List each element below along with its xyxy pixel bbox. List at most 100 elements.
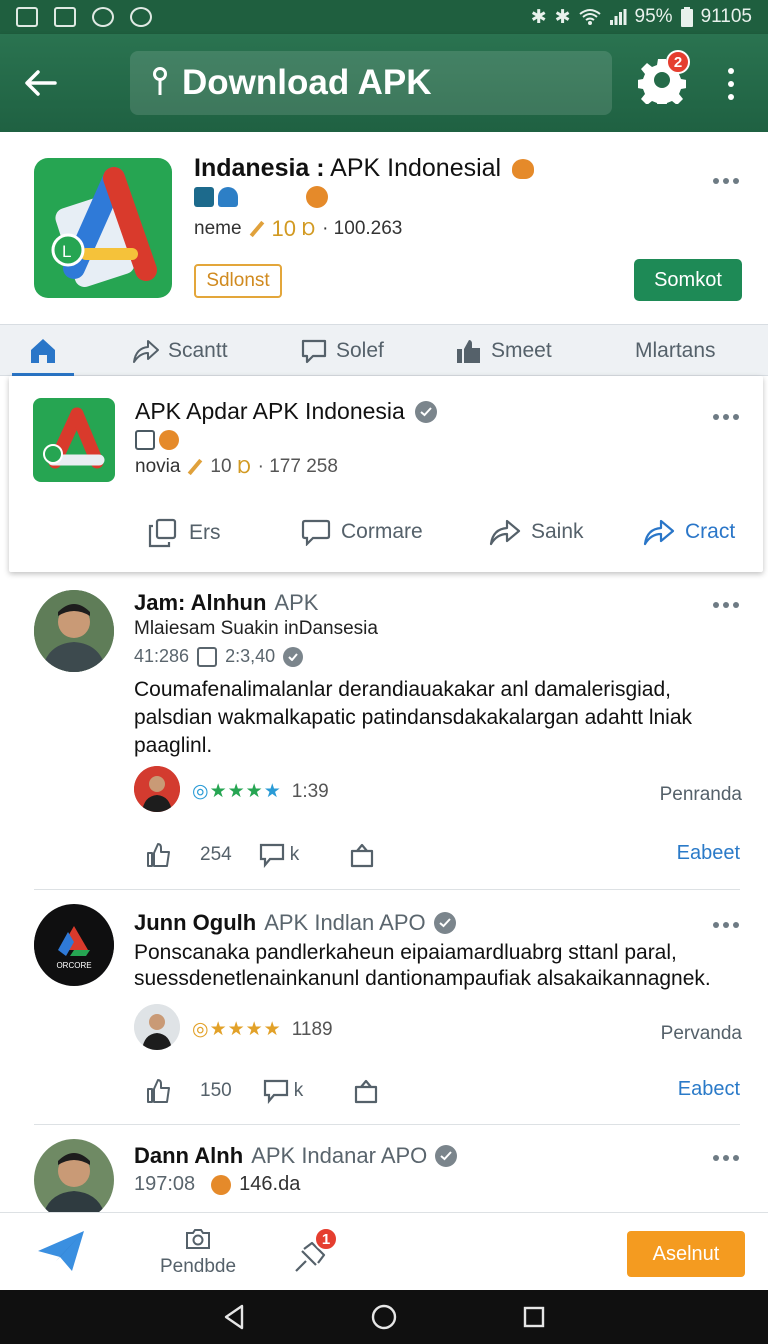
send-icon[interactable] bbox=[36, 1229, 86, 1273]
avatar[interactable]: ORCORE bbox=[34, 904, 114, 986]
reviewer-avatar[interactable] bbox=[134, 1004, 180, 1050]
post-body: Ponscanaka pandlerkaheun eipaiamardluabr… bbox=[134, 941, 711, 990]
price-tag-icon: Ɒ bbox=[237, 456, 252, 477]
secondary-action-button[interactable]: Sdlonst bbox=[194, 264, 282, 298]
featured-meta-icons bbox=[135, 430, 179, 450]
tab-smeet[interactable]: Smeet bbox=[455, 325, 552, 377]
gallery-notification-icon bbox=[16, 7, 38, 27]
post-reactions: 254 k bbox=[146, 842, 375, 868]
comment-icon bbox=[301, 339, 327, 364]
contact-action[interactable]: Cract bbox=[643, 518, 735, 546]
action-button[interactable]: Aselnut bbox=[627, 1231, 745, 1277]
search-bar[interactable]: Download APK bbox=[130, 51, 612, 115]
primary-action-button[interactable]: Somkot bbox=[634, 259, 742, 301]
key-icon bbox=[153, 67, 167, 95]
post-more-button[interactable] bbox=[713, 602, 739, 608]
comment-icon bbox=[301, 519, 331, 546]
post-meta: 197:08 146.da bbox=[134, 1173, 301, 1195]
copy-action[interactable]: Ers bbox=[147, 518, 221, 548]
app-header: L Indanesia : APK Indonesial neme 10 Ɒ ·… bbox=[0, 132, 768, 324]
thumb-up-icon[interactable] bbox=[146, 842, 172, 868]
chart-notification-icon bbox=[54, 7, 76, 27]
compare-action[interactable]: Cormare bbox=[301, 518, 423, 546]
avatar[interactable] bbox=[34, 590, 114, 672]
emoji-icon bbox=[512, 159, 535, 179]
post-status: Pervanda bbox=[660, 1023, 742, 1044]
bag-icon[interactable] bbox=[353, 1078, 379, 1104]
back-arrow-icon bbox=[25, 70, 57, 96]
nav-back-icon[interactable] bbox=[222, 1304, 246, 1330]
bottom-nav-alerts[interactable]: 1 bbox=[290, 1227, 338, 1275]
app-title: Indanesia : APK Indonesial bbox=[194, 154, 535, 183]
camera-icon bbox=[186, 1229, 210, 1249]
post-link[interactable]: Eabeet bbox=[677, 842, 740, 865]
home-icon bbox=[31, 339, 55, 363]
nav-recents-icon[interactable] bbox=[522, 1305, 546, 1329]
tab-mlartans[interactable]: Mlartans bbox=[635, 325, 716, 377]
featured-stats: novia 10 Ɒ · 177 258 bbox=[135, 456, 338, 477]
tab-solef[interactable]: Solef bbox=[300, 325, 384, 377]
verified-icon bbox=[435, 1145, 458, 1167]
settings-button[interactable]: 2 bbox=[636, 48, 692, 108]
tab-home[interactable] bbox=[28, 325, 58, 377]
pencil-icon bbox=[249, 220, 264, 238]
device-icon bbox=[135, 430, 155, 450]
rating-stars: ◎★★★★ bbox=[192, 781, 282, 802]
app-meta-icons bbox=[194, 186, 328, 208]
notification-badge: 2 bbox=[666, 50, 690, 74]
sync-notification-icon bbox=[130, 7, 152, 27]
tab-scan[interactable]: Scantt bbox=[132, 325, 228, 377]
post-rating: ◎★★★★ 1:39 bbox=[192, 780, 329, 803]
post-author[interactable]: Dann Alnh APK Indanar APO bbox=[134, 1143, 458, 1169]
share-icon bbox=[643, 519, 675, 546]
post-link[interactable]: Eabect bbox=[678, 1078, 740, 1101]
nav-home-icon[interactable] bbox=[370, 1303, 398, 1331]
app-more-button[interactable] bbox=[713, 178, 739, 184]
tab-bar: Scantt Solef Smeet Mlartans bbox=[0, 324, 768, 376]
reviewer-avatar[interactable] bbox=[134, 766, 180, 812]
emoji-icon bbox=[211, 1174, 232, 1195]
bottom-nav-camera[interactable]: Pendbde bbox=[156, 1227, 240, 1278]
status-bar: ✱ ✱ 95% 91105 bbox=[0, 0, 768, 34]
post-author[interactable]: Jam: Alnhun APK bbox=[134, 590, 318, 616]
post-subtitle: Mlaiesam Suakin inDansesia bbox=[134, 618, 378, 639]
alert-badge: 1 bbox=[314, 1227, 338, 1251]
battery-icon bbox=[680, 7, 693, 27]
app-stats: neme 10 Ɒ · 100.263 bbox=[194, 216, 403, 241]
featured-app-title: APK Apdar APK Indonesia bbox=[135, 398, 437, 425]
system-navigation-bar bbox=[0, 1290, 768, 1344]
avatar[interactable] bbox=[34, 1139, 114, 1212]
comment-icon[interactable] bbox=[258, 842, 286, 868]
badge-icon bbox=[306, 186, 328, 208]
clock: 91105 bbox=[700, 6, 752, 27]
verified-icon bbox=[414, 400, 437, 423]
comment-icon[interactable] bbox=[262, 1078, 290, 1104]
post-rating: ◎★★★★ 1189 bbox=[192, 1018, 333, 1041]
emoji-icon bbox=[159, 430, 179, 450]
post-author[interactable]: Junn Ogulh APK Indlan APO bbox=[134, 910, 456, 936]
pencil-icon bbox=[188, 458, 203, 476]
share-action[interactable]: Saink bbox=[489, 518, 584, 546]
post-more-button[interactable] bbox=[713, 1155, 739, 1161]
svg-text:ORCORE: ORCORE bbox=[56, 961, 91, 970]
post-meta: 41:286 2:3,40 bbox=[134, 646, 304, 667]
device-icon bbox=[194, 187, 214, 207]
feed-post: Dann Alnh APK Indanar APO 197:08 146.da bbox=[0, 1125, 768, 1212]
featured-app-card[interactable]: APK Apdar APK Indonesia novia 10 Ɒ · 177… bbox=[9, 376, 763, 572]
page-title: Download APK bbox=[182, 63, 432, 102]
overflow-menu-button[interactable] bbox=[716, 64, 746, 104]
rating-stars: ◎★★★★ bbox=[192, 1019, 282, 1040]
back-button[interactable] bbox=[0, 34, 80, 132]
wifi-icon bbox=[578, 9, 601, 25]
app-logo: L bbox=[34, 158, 172, 298]
featured-more-button[interactable] bbox=[713, 414, 739, 420]
bottom-bar: Pendbde 1 Aselnut bbox=[0, 1212, 768, 1290]
svg-text:L: L bbox=[62, 242, 71, 261]
bluetooth-alt-icon: ✱ bbox=[554, 6, 571, 28]
app-bar: Download APK 2 bbox=[0, 34, 768, 132]
verified-icon bbox=[433, 912, 456, 934]
bluetooth-icon: ✱ bbox=[530, 6, 547, 28]
thumb-up-icon[interactable] bbox=[146, 1078, 172, 1104]
post-more-button[interactable] bbox=[713, 922, 739, 928]
bag-icon[interactable] bbox=[349, 842, 375, 868]
